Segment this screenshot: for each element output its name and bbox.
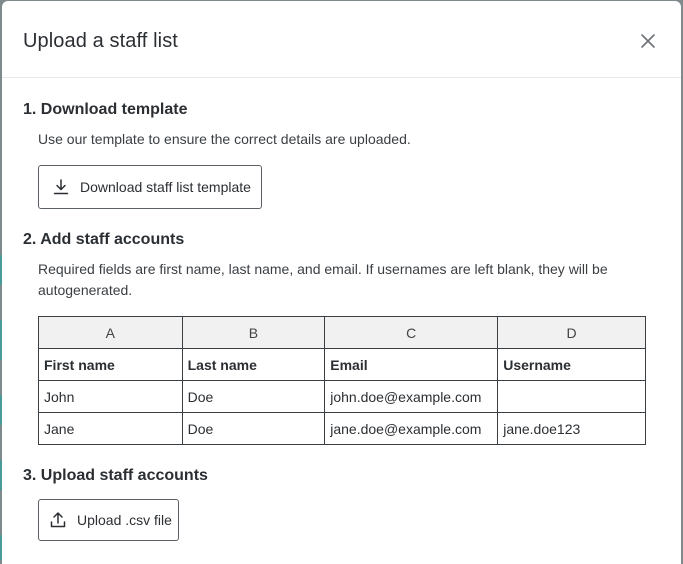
- column-letter: B: [181, 316, 326, 349]
- header-username: Username: [497, 348, 646, 381]
- step1-title: 1. Download template: [23, 101, 188, 118]
- modal-title: Upload a staff list: [23, 30, 178, 52]
- cell-email: jane.doe@example.com: [324, 412, 499, 445]
- cell-last-name: Doe: [181, 412, 326, 445]
- template-example-table: A B C D First name Last name Email Usern…: [38, 316, 646, 445]
- step1-description: Use our template to ensure the correct d…: [38, 131, 411, 147]
- header-last-name: Last name: [181, 348, 326, 381]
- step2-title: 2. Add staff accounts: [23, 231, 185, 248]
- cell-email: john.doe@example.com: [324, 380, 499, 413]
- header-first-name: First name: [38, 348, 183, 381]
- upload-csv-label: Upload .csv file: [77, 512, 172, 528]
- cell-last-name: Doe: [181, 380, 326, 413]
- column-letter-row: A B C D: [38, 316, 646, 349]
- header-email: Email: [324, 348, 499, 381]
- cell-first-name: John: [38, 380, 183, 413]
- download-icon: [53, 179, 69, 195]
- cell-username: [497, 380, 646, 413]
- step3-title: 3. Upload staff accounts: [23, 467, 208, 484]
- upload-icon: [50, 512, 66, 528]
- table-row: John Doe john.doe@example.com: [38, 380, 646, 413]
- close-icon: [641, 34, 655, 48]
- column-letter: C: [324, 316, 499, 349]
- column-letter: A: [38, 316, 183, 349]
- modal-header: Upload a staff list: [2, 1, 681, 78]
- step2-description: Required fields are first name, last nam…: [38, 261, 608, 298]
- download-template-label: Download staff list template: [80, 179, 251, 195]
- cell-first-name: Jane: [38, 412, 183, 445]
- column-letter: D: [497, 316, 646, 349]
- table-row: Jane Doe jane.doe@example.com jane.doe12…: [38, 412, 646, 445]
- download-template-button[interactable]: Download staff list template: [38, 165, 262, 209]
- close-button[interactable]: [639, 32, 657, 50]
- cell-username: jane.doe123: [497, 412, 646, 445]
- header-row: First name Last name Email Username: [38, 348, 646, 381]
- upload-staff-modal: Upload a staff list 1. Download template…: [2, 1, 681, 564]
- upload-csv-button[interactable]: Upload .csv file: [38, 499, 179, 541]
